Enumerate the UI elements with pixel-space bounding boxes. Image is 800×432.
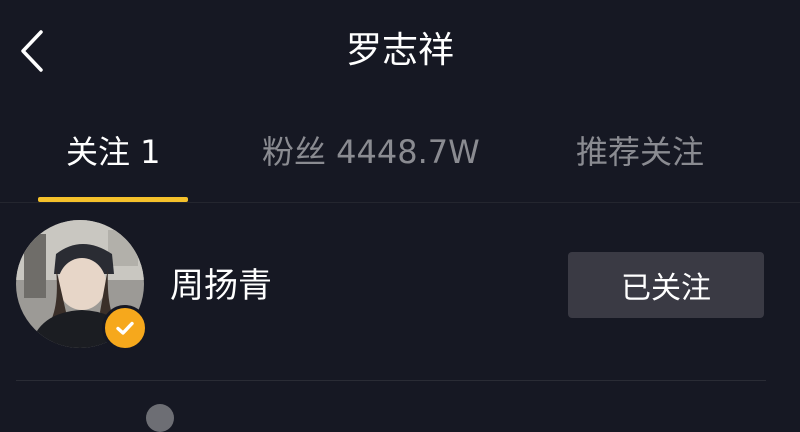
divider (16, 380, 766, 381)
tab-fans[interactable]: 粉丝 4448.7W (262, 130, 480, 174)
next-item-avatar (146, 404, 174, 432)
verified-badge (102, 305, 148, 351)
top-bar: 罗志祥 (0, 0, 800, 100)
user-name[interactable]: 周扬青 (170, 264, 272, 308)
following-button[interactable]: 已关注 (568, 252, 764, 318)
tab-bar: 关注 1 粉丝 4448.7W 推荐关注 (0, 118, 800, 204)
list-item[interactable]: 周扬青 已关注 (0, 212, 800, 372)
tab-recommended[interactable]: 推荐关注 (576, 130, 704, 174)
checkmark-icon (116, 321, 134, 335)
page-title: 罗志祥 (345, 30, 454, 71)
tab-following[interactable]: 关注 1 (66, 130, 161, 174)
divider (0, 202, 800, 203)
